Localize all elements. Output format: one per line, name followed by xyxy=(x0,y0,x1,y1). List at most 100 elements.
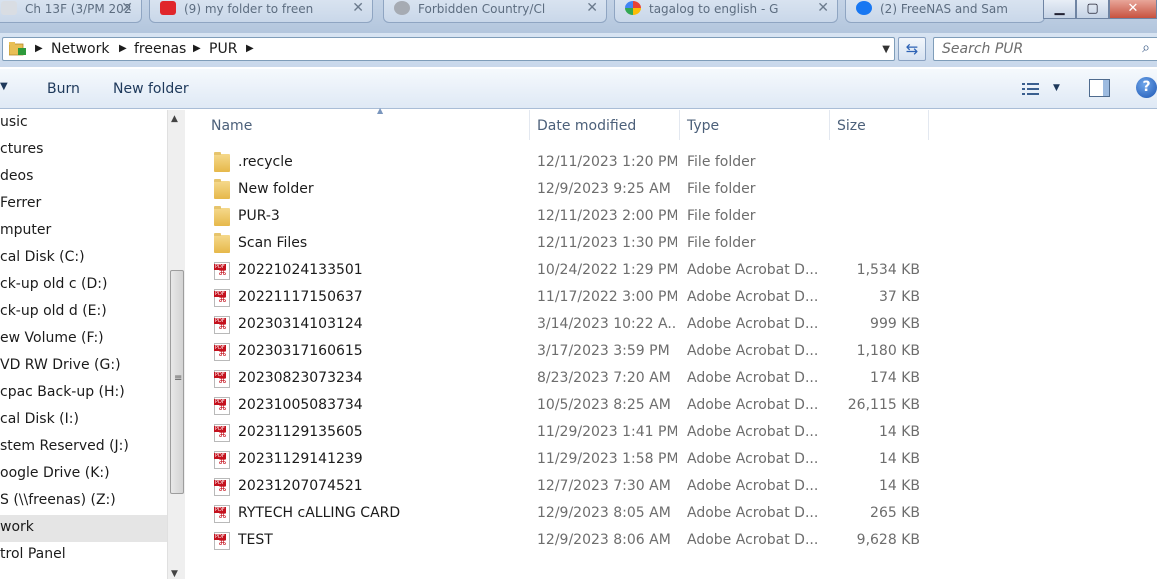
browser-tab[interactable]: (9) my folder to freen ✕ xyxy=(149,0,373,23)
file-row[interactable]: 20231207074521 12/7/2023 7:30 AM Adobe Acr… xyxy=(188,474,938,501)
file-row[interactable]: 20231129141239 11/29/2023 1:58 PM Adobe Ac… xyxy=(188,447,938,474)
nav-item[interactable]: ck-up old d (E:) xyxy=(0,299,167,326)
file-row[interactable]: 20231129135605 11/29/2023 1:41 PM Adobe Ac… xyxy=(188,420,938,447)
search-placeholder: Search PUR xyxy=(942,41,1024,57)
file-date-modified: 11/17/2022 3:00 PM xyxy=(537,289,677,305)
burn-button[interactable]: Burn xyxy=(47,81,80,97)
file-size: 14 KB xyxy=(878,424,920,440)
file-name: RYTECH cALLING CARD xyxy=(238,505,401,521)
breadcrumb-arrow-icon[interactable]: ▶ xyxy=(193,43,201,54)
file-name: 20221024133501 xyxy=(238,262,363,278)
breadcrumb-pur[interactable]: PUR xyxy=(209,41,237,57)
file-name: PUR-3 xyxy=(238,208,280,224)
nav-item[interactable]: cpac Back-up (H:) xyxy=(0,380,167,407)
change-view-icon[interactable] xyxy=(1021,81,1041,97)
breadcrumb-arrow-icon[interactable]: ▶ xyxy=(35,43,43,54)
file-row[interactable]: 20230317160615 3/17/2023 3:59 PM Adobe Acr… xyxy=(188,339,938,366)
file-date-modified: 12/7/2023 7:30 AM xyxy=(537,478,671,494)
scroll-up-arrow-icon[interactable]: ▲ xyxy=(171,114,178,124)
file-name: 20231129135605 xyxy=(238,424,363,440)
browser-tab[interactable]: Ch 13F (3/PM 202 ✕ xyxy=(0,0,142,23)
file-row[interactable]: PUR-3 12/11/2023 2:00 PM File folder xyxy=(188,204,938,231)
pdf-file-icon xyxy=(214,397,230,415)
file-row[interactable]: New folder 12/9/2023 9:25 AM File folder xyxy=(188,177,938,204)
file-date-modified: 12/11/2023 1:20 PM xyxy=(537,154,677,170)
column-header-name[interactable]: Name ▲ xyxy=(203,106,530,140)
browser-tab-strip: Ch 13F (3/PM 202 ✕ (9) my folder to free… xyxy=(0,0,1157,33)
refresh-button[interactable]: ⇆ xyxy=(898,37,926,61)
scrollbar-thumb[interactable]: ≡ xyxy=(170,270,184,494)
nav-item[interactable]: oogle Drive (K:) xyxy=(0,461,167,488)
scroll-down-arrow-icon[interactable]: ▼ xyxy=(171,569,178,579)
tab-title: Ch 13F (3/PM 202 xyxy=(25,2,132,16)
nav-scrollbar[interactable]: ▲ ≡ ▼ xyxy=(167,110,185,579)
nav-item-label: ctures xyxy=(0,141,44,157)
column-header-label: Size xyxy=(837,118,866,134)
file-date-modified: 11/29/2023 1:58 PM xyxy=(537,451,677,467)
nav-item[interactable]: trol Panel xyxy=(0,542,167,569)
pdf-file-icon xyxy=(214,451,230,469)
nav-item-label: cpac Back-up (H:) xyxy=(0,384,125,400)
nav-item-label: stem Reserved (J:) xyxy=(0,438,129,454)
pdf-file-icon xyxy=(214,343,230,361)
nav-item[interactable]: S (\\freenas) (Z:) xyxy=(0,488,167,515)
tab-title: (2) FreeNAS and Sam xyxy=(880,2,1008,16)
youtube-icon xyxy=(160,1,176,15)
close-tab-icon[interactable]: ✕ xyxy=(352,0,364,16)
nav-item[interactable]: ck-up old c (D:) xyxy=(0,272,167,299)
file-row[interactable]: Scan Files 12/11/2023 1:30 PM File folder xyxy=(188,231,938,258)
nav-item[interactable]: cal Disk (C:) xyxy=(0,245,167,272)
nav-item[interactable]: ctures xyxy=(0,137,167,164)
breadcrumb-arrow-icon[interactable]: ▶ xyxy=(119,43,127,54)
chevron-down-icon[interactable]: ▼ xyxy=(882,44,890,55)
column-header-size[interactable]: Size xyxy=(829,110,929,140)
chevron-down-icon[interactable]: ▼ xyxy=(0,81,8,92)
nav-item[interactable]: Ferrer xyxy=(0,191,167,218)
file-row[interactable]: TEST 12/9/2023 8:06 AM Adobe Acrobat D... 9… xyxy=(188,528,938,555)
new-folder-button[interactable]: New folder xyxy=(113,81,189,97)
breadcrumb-freenas[interactable]: freenas xyxy=(134,41,186,57)
close-tab-icon[interactable]: ✕ xyxy=(817,0,829,16)
file-type: Adobe Acrobat D... xyxy=(687,397,819,413)
file-row[interactable]: RYTECH cALLING CARD 12/9/2023 8:05 AM Adob… xyxy=(188,501,938,528)
search-input[interactable]: Search PUR ⌕ xyxy=(933,37,1157,61)
file-size: 26,115 KB xyxy=(847,397,920,413)
preview-pane-button[interactable] xyxy=(1089,79,1110,97)
maximize-button[interactable]: ▢ xyxy=(1076,0,1109,19)
column-header-date[interactable]: Date modified xyxy=(529,110,680,140)
breadcrumb-network[interactable]: Network xyxy=(51,41,109,57)
file-size: 37 KB xyxy=(878,289,920,305)
nav-item[interactable]: VD RW Drive (G:) xyxy=(0,353,167,380)
tab-title: tagalog to english - G xyxy=(649,2,779,16)
column-header-type[interactable]: Type xyxy=(679,110,830,140)
nav-item[interactable]: ew Volume (F:) xyxy=(0,326,167,353)
file-row[interactable]: 20230823073234 8/23/2023 7:20 AM Adobe Acr… xyxy=(188,366,938,393)
breadcrumb-arrow-icon[interactable]: ▶ xyxy=(246,43,254,54)
file-type: Adobe Acrobat D... xyxy=(687,505,819,521)
file-row[interactable]: 20221024133501 10/24/2022 1:29 PM Adobe Ac… xyxy=(188,258,938,285)
file-size: 265 KB xyxy=(870,505,920,521)
nav-item-label: ck-up old d (E:) xyxy=(0,303,107,319)
file-row[interactable]: 20231005083734 10/5/2023 8:25 AM Adobe Acr… xyxy=(188,393,938,420)
view-options-chevron-icon[interactable]: ▼ xyxy=(1053,83,1060,93)
close-window-button[interactable]: ✕ xyxy=(1109,0,1157,19)
nav-item[interactable]: work xyxy=(0,515,167,542)
nav-item[interactable]: mputer xyxy=(0,218,167,245)
file-row[interactable]: 20221117150637 11/17/2022 3:00 PM Adobe Ac… xyxy=(188,285,938,312)
browser-tab[interactable]: tagalog to english - G ✕ xyxy=(614,0,838,23)
close-tab-icon[interactable]: ✕ xyxy=(586,0,598,16)
close-tab-icon[interactable]: ✕ xyxy=(121,0,133,16)
file-row[interactable]: 20230314103124 3/14/2023 10:22 A... Adobe … xyxy=(188,312,938,339)
nav-item[interactable]: cal Disk (I:) xyxy=(0,407,167,434)
nav-item[interactable]: deos xyxy=(0,164,167,191)
search-icon[interactable]: ⌕ xyxy=(1142,40,1150,56)
help-button[interactable]: ? xyxy=(1136,77,1157,98)
nav-item[interactable]: stem Reserved (J:) xyxy=(0,434,167,461)
file-type: File folder xyxy=(687,154,756,170)
file-row[interactable]: .recycle 12/11/2023 1:20 PM File folder xyxy=(188,150,938,177)
nav-item[interactable]: usic xyxy=(0,110,167,137)
browser-tab[interactable]: (2) FreeNAS and Sam xyxy=(845,0,1045,23)
address-bar[interactable]: ▶ Network ▶ freenas ▶ PUR ▶ ▼ xyxy=(2,37,895,61)
browser-tab[interactable]: Forbidden Country/Cl ✕ xyxy=(383,0,607,23)
minimize-button[interactable]: ▁ xyxy=(1043,0,1076,19)
